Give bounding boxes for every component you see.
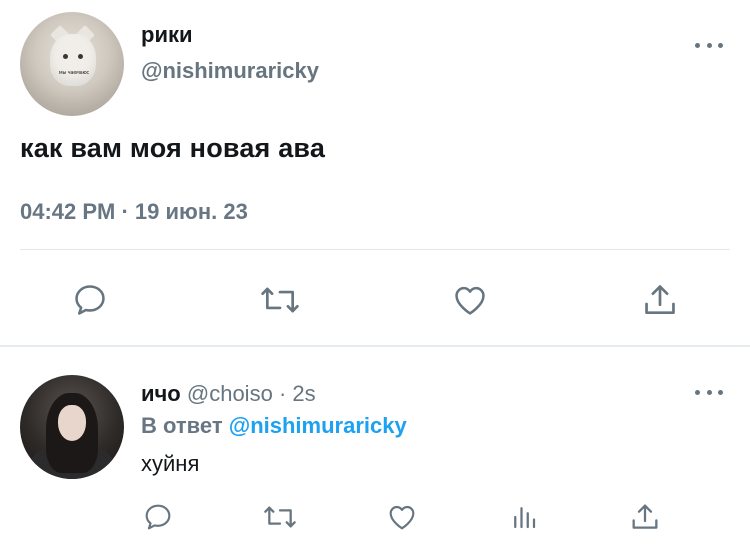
user-handle[interactable]: @nishimuraricky — [141, 58, 319, 84]
more-icon[interactable] — [695, 387, 723, 397]
reply-time[interactable]: 2s — [292, 381, 315, 406]
replying-to: В ответ @nishimuraricky — [141, 413, 407, 439]
tweet-text: как вам моя новая ава — [20, 133, 326, 163]
tweet-actions — [0, 497, 750, 537]
share-button[interactable] — [640, 280, 680, 320]
main-tweet: мы чаемаюс рики @nishimuraricky как вам … — [0, 0, 750, 347]
more-icon[interactable] — [695, 40, 723, 50]
like-button[interactable] — [384, 499, 420, 535]
more-dot — [706, 42, 712, 48]
analytics-icon — [514, 507, 536, 529]
more-dot — [718, 389, 723, 395]
separator-dot: · — [278, 381, 287, 406]
reply-button[interactable] — [140, 499, 176, 535]
avatar[interactable]: мы чаемаюс — [20, 12, 124, 116]
tweet-text: хуйня — [141, 451, 200, 476]
retweet-button[interactable] — [258, 280, 302, 320]
reply-tweet[interactable]: ичо @choiso · 2s В ответ @nishimuraricky… — [0, 347, 750, 546]
cat-eye — [63, 54, 68, 59]
user-handle[interactable]: @choiso — [187, 381, 273, 406]
display-name[interactable]: рики — [141, 22, 193, 48]
share-button[interactable] — [627, 499, 663, 535]
cat-face — [50, 34, 96, 86]
retweet-icon — [264, 506, 296, 528]
avatar-face — [58, 405, 86, 441]
tweet-actions — [0, 272, 750, 324]
more-dot — [706, 389, 712, 395]
reply-prefix: В ответ — [141, 413, 223, 438]
more-dot — [718, 42, 723, 48]
divider — [20, 249, 730, 250]
analytics-button[interactable] — [506, 499, 542, 535]
share-icon — [645, 285, 675, 315]
reply-mention-link[interactable]: @nishimuraricky — [229, 413, 407, 438]
more-dot — [695, 42, 700, 48]
like-button[interactable] — [450, 280, 490, 320]
reply-icon — [145, 504, 171, 530]
display-name[interactable]: ичо — [141, 381, 181, 406]
share-icon — [632, 504, 658, 529]
avatar[interactable] — [20, 375, 124, 479]
reply-button[interactable] — [70, 280, 110, 320]
like-icon — [455, 286, 485, 315]
retweet-button[interactable] — [261, 499, 299, 535]
reply-header: ичо @choiso · 2s — [141, 381, 316, 407]
avatar-caption: мы чаемаюс — [58, 70, 90, 76]
more-dot — [695, 389, 700, 395]
reply-icon — [75, 285, 105, 315]
tweet-timestamp[interactable]: 04:42 PM · 19 июн. 23 — [20, 199, 248, 225]
retweet-icon — [261, 287, 299, 313]
like-icon — [389, 505, 415, 530]
cat-eye — [78, 54, 83, 59]
